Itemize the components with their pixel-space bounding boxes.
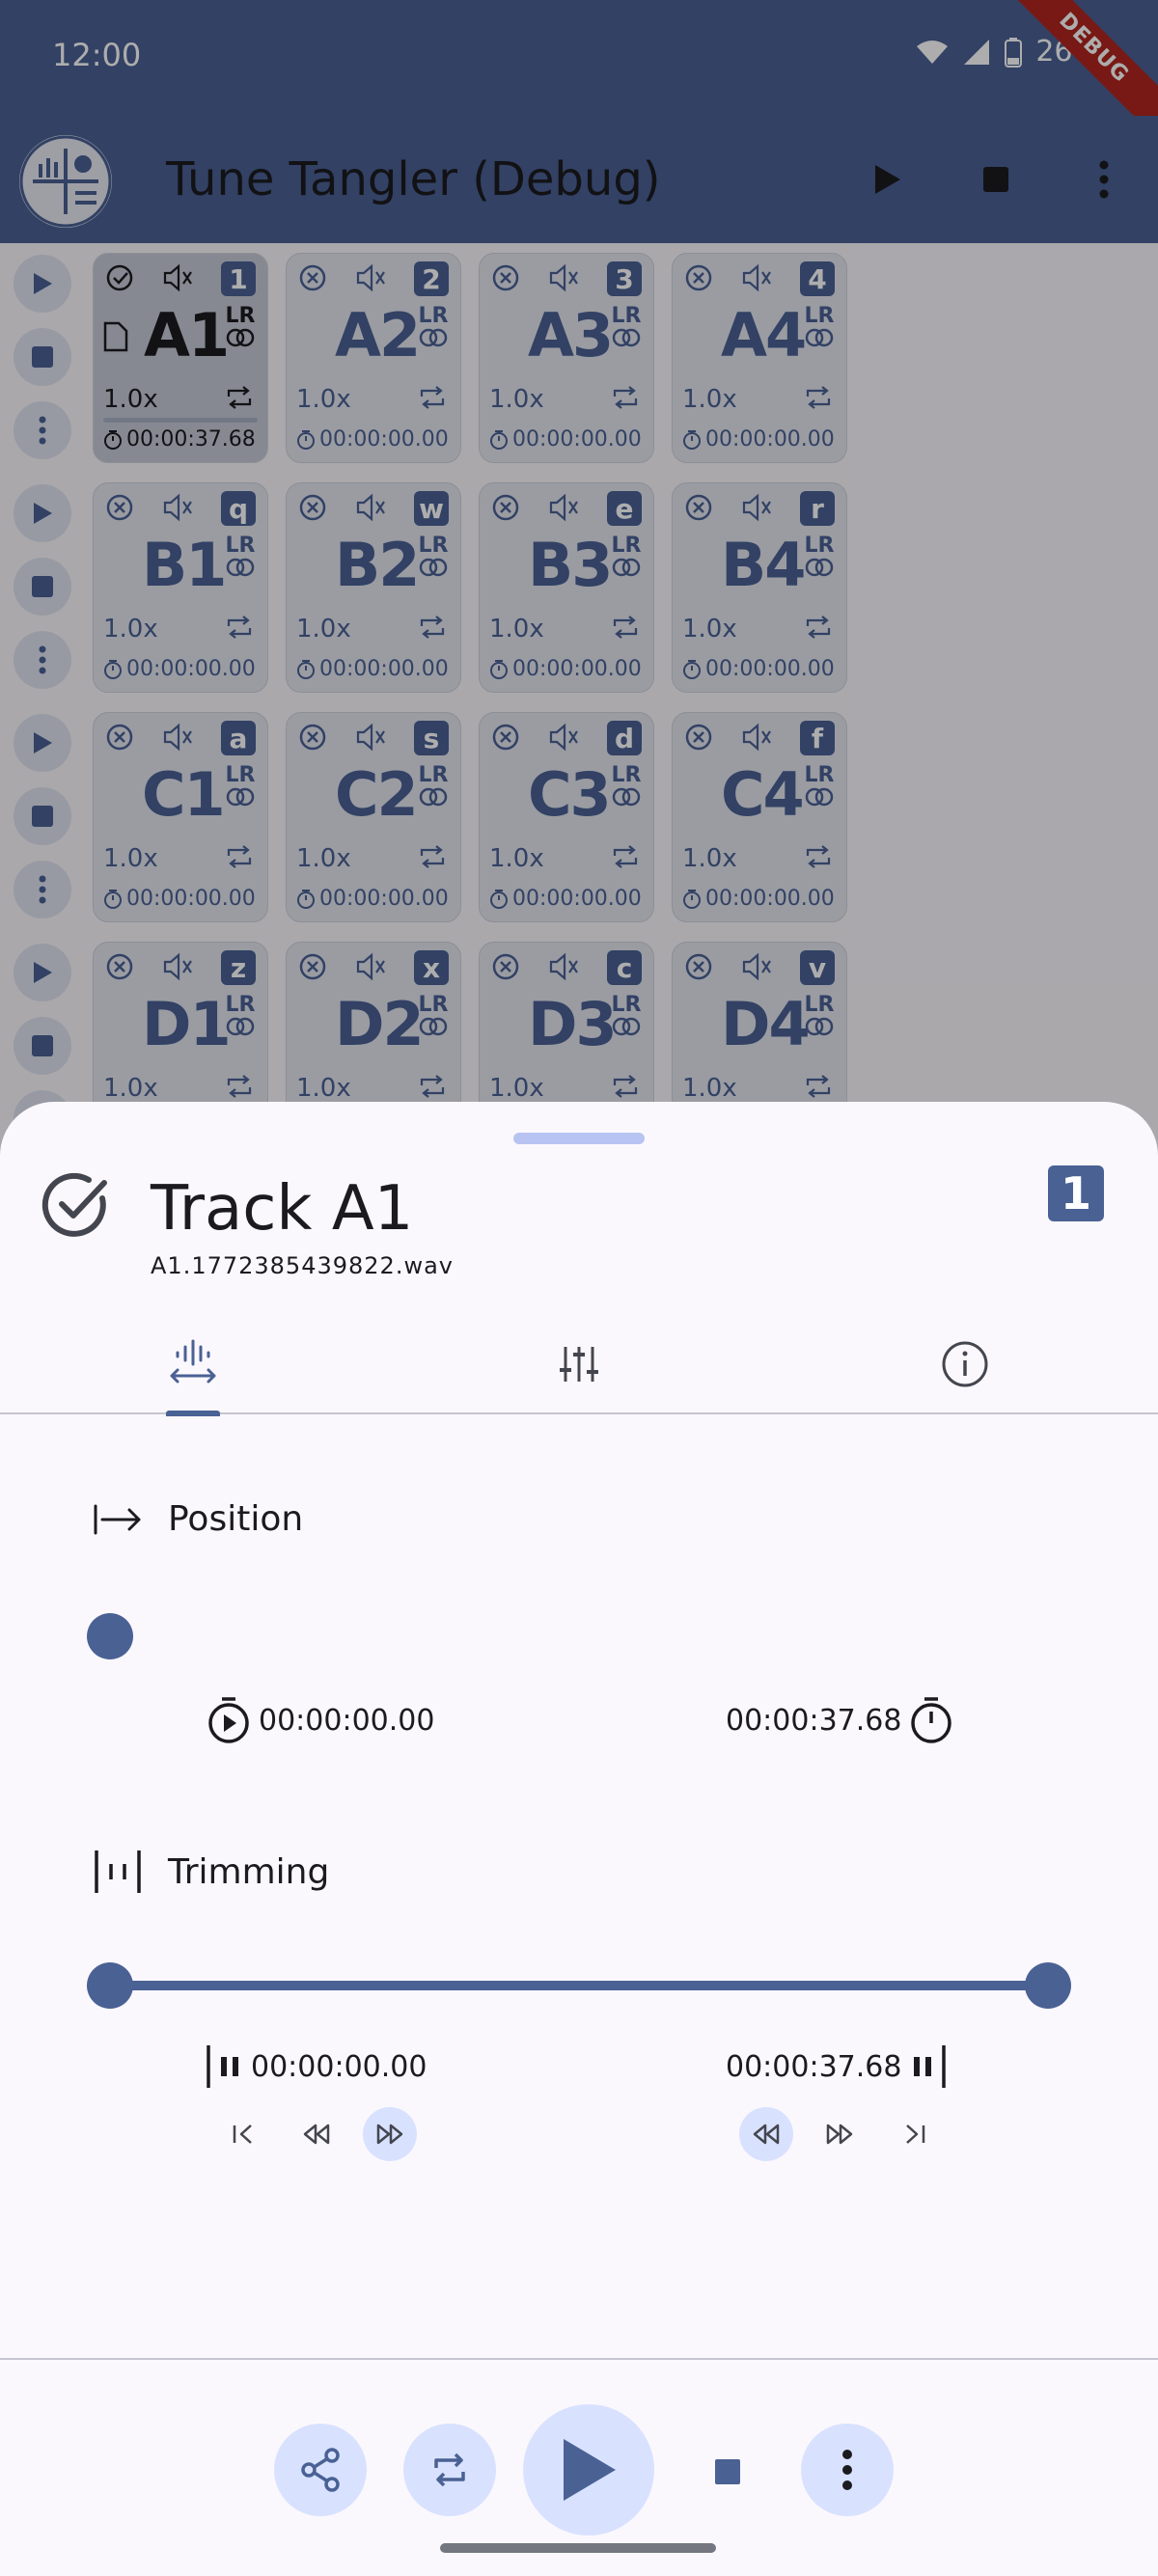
- position-header: Position: [93, 1499, 303, 1539]
- modal-scrim[interactable]: [0, 0, 1158, 1177]
- fast-forward-icon: [826, 2124, 853, 2145]
- tab-position[interactable]: [0, 1314, 386, 1416]
- position-start-value: 00:00:00.00: [259, 1703, 435, 1738]
- trim-start-rewind-button[interactable]: [290, 2107, 344, 2161]
- trim-end-icon: [914, 2045, 947, 2088]
- position-slider[interactable]: [87, 1613, 1071, 1659]
- trim-start-to-beginning-button[interactable]: [216, 2107, 270, 2161]
- app-background: 12:00 26% DEBUG Tune Tangler (Debug) 1 A…: [0, 0, 1158, 1177]
- loop-button[interactable]: [403, 2424, 496, 2516]
- trim-end-time: 00:00:37.68: [726, 2043, 948, 2090]
- play-icon: [564, 2439, 616, 2501]
- trim-end-thumb[interactable]: [1025, 1962, 1071, 2009]
- fast-forward-icon: [376, 2124, 403, 2145]
- share-button[interactable]: [274, 2424, 367, 2516]
- bottom-divider: [0, 2358, 1158, 2360]
- stop-button[interactable]: [699, 2443, 757, 2501]
- skip-to-end-icon: [906, 2124, 925, 2144]
- position-end-time: 00:00:37.68: [726, 1696, 953, 1744]
- trim-start-forward-button[interactable]: [363, 2107, 417, 2161]
- position-slider-thumb[interactable]: [87, 1613, 133, 1659]
- trim-end-rewind-button[interactable]: [739, 2107, 793, 2161]
- trim-start-value: 00:00:00.00: [251, 2049, 427, 2084]
- skip-to-start-icon: [233, 2124, 252, 2144]
- trimming-header: Trimming: [93, 1849, 329, 1895]
- tune-sliders-icon: [560, 1347, 598, 1382]
- play-button[interactable]: [523, 2404, 654, 2535]
- trim-range-fill: [110, 1981, 1048, 1990]
- keyboard-shortcut-badge: 1: [1048, 1165, 1104, 1221]
- tab-info[interactable]: [772, 1314, 1158, 1414]
- trim-start-icon: [207, 2045, 238, 2088]
- trim-start-time: 00:00:00.00: [205, 2043, 427, 2090]
- sheet-title: Track A1: [151, 1173, 414, 1245]
- trimming-label: Trimming: [168, 1851, 330, 1892]
- position-label: Position: [168, 1499, 304, 1539]
- trim-end-to-end-button[interactable]: [888, 2107, 942, 2161]
- info-icon: [942, 1341, 988, 1387]
- position-start-time: 00:00:00.00: [207, 1696, 434, 1744]
- tab-indicator: [166, 1411, 220, 1416]
- timer-play-icon: [208, 1697, 249, 1743]
- more-options-button[interactable]: [801, 2424, 894, 2516]
- trim-range-slider[interactable]: [87, 1962, 1071, 2009]
- track-bottom-sheet: Track A1 A1.1772385439822.wav 1 Position…: [0, 1102, 1158, 2576]
- waveform-position-icon: [170, 1339, 216, 1384]
- tab-equalizer[interactable]: [386, 1314, 772, 1414]
- trim-end-value: 00:00:37.68: [726, 2049, 902, 2084]
- arrow-to-right-icon: [94, 1504, 141, 1534]
- gesture-home-bar[interactable]: [440, 2543, 716, 2553]
- trim-end-forward-button[interactable]: [813, 2107, 867, 2161]
- sheet-tabs: [0, 1314, 1158, 1416]
- stop-icon: [715, 2459, 740, 2484]
- share-icon: [301, 2448, 340, 2492]
- sheet-filename: A1.1772385439822.wav: [151, 1252, 454, 1279]
- rewind-icon: [303, 2124, 330, 2145]
- check-circle-icon[interactable]: [39, 1169, 112, 1243]
- timer-icon: [911, 1697, 952, 1743]
- drag-handle[interactable]: [513, 1133, 645, 1144]
- position-end-value: 00:00:37.68: [726, 1703, 902, 1738]
- more-vert-icon: [842, 2450, 852, 2490]
- trim-icon: [95, 1850, 141, 1893]
- repeat-icon: [434, 2453, 465, 2487]
- trim-start-thumb[interactable]: [87, 1962, 133, 2009]
- rewind-icon: [753, 2124, 780, 2145]
